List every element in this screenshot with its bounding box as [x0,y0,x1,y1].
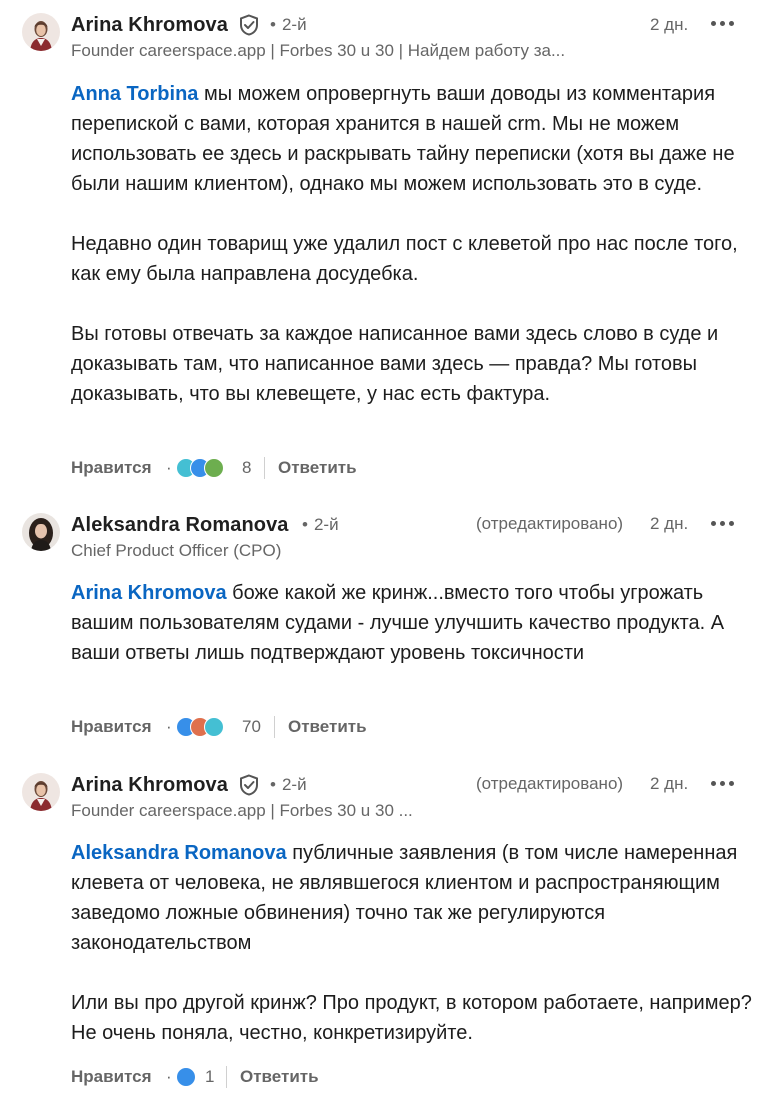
comment-text: Anna Torbina мы можем опровергнуть ваши … [71,79,761,409]
verified-shield-icon [238,14,260,36]
comment-actions: Нравится · 1 Ответить [71,1065,371,1089]
mention-link[interactable]: Aleksandra Romanova [71,842,287,864]
separator-dot: · [166,717,172,736]
author-name[interactable]: Arina Khromova [71,774,228,797]
author-name[interactable]: Arina Khromova [71,14,228,37]
funny-reaction-icon [204,717,224,737]
author-headline: Founder careerspace.app | Forbes 30 u 30… [71,801,413,820]
reactions-summary[interactable] [176,456,236,480]
reply-button[interactable]: Ответить [278,456,357,480]
comment-text: Arina Khromova боже какой же кринж...вме… [71,578,761,668]
reactions-count[interactable]: 70 [242,715,261,739]
avatar[interactable] [22,513,60,551]
reactions-summary[interactable] [176,1065,200,1089]
comment-actions: Нравится · 8 Ответить [71,456,391,480]
comment: Arina Khromova • 2-й 2 дн. Founder career… [0,0,768,490]
verified-shield-icon [238,774,260,796]
author-headline: Chief Product Officer (CPO) [71,541,282,560]
like-button[interactable]: Нравится [71,715,152,739]
edited-label: (отредактировано) [476,774,624,793]
like-button[interactable]: Нравится [71,1065,152,1089]
separator-dot: · [166,458,172,477]
reactions-count[interactable]: 8 [242,456,251,480]
comment: Arina Khromova • 2-й (отредактировано) 2 … [0,745,768,1096]
comment-text: Aleksandra Romanova публичные заявления … [71,838,761,1048]
like-button[interactable]: Нравится [71,456,152,480]
author-name[interactable]: Aleksandra Romanova [71,514,289,537]
mention-link[interactable]: Arina Khromova [71,582,227,604]
reply-button[interactable]: Ответить [240,1065,319,1089]
reactions-summary[interactable] [176,715,236,739]
more-options-icon[interactable] [711,20,735,28]
reactions-count[interactable]: 1 [205,1065,214,1089]
timestamp: 2 дн. [650,774,689,793]
avatar[interactable] [22,773,60,811]
comment-paragraph: Или вы про другой кринж? Про продукт, в … [71,992,752,1044]
connection-degree: • 2-й [270,775,307,794]
mention-link[interactable]: Anna Torbina [71,83,198,105]
comment: Aleksandra Romanova • 2-й (отредактирован… [0,490,768,745]
edited-label: (отредактировано) [476,514,624,533]
author-headline: Founder careerspace.app | Forbes 30 u 30… [71,41,566,60]
more-options-icon[interactable] [711,520,735,528]
separator-dot: · [166,1067,172,1086]
comment-actions: Нравится · 70 Ответить [71,715,401,739]
support-reaction-icon [204,458,224,478]
connection-degree: • 2-й [302,515,339,534]
timestamp: 2 дн. [650,514,689,533]
reply-button[interactable]: Ответить [288,715,367,739]
comment-paragraph: Недавно один товарищ уже удалил пост с к… [71,233,738,285]
more-options-icon[interactable] [711,780,735,788]
like-reaction-icon [176,1067,196,1087]
comment-paragraph: Вы готовы отвечать за каждое написанное … [71,323,719,405]
connection-degree: • 2-й [270,15,307,34]
avatar[interactable] [22,13,60,51]
divider [226,1066,227,1088]
timestamp: 2 дн. [650,15,689,34]
divider [274,716,275,738]
divider [264,457,265,479]
